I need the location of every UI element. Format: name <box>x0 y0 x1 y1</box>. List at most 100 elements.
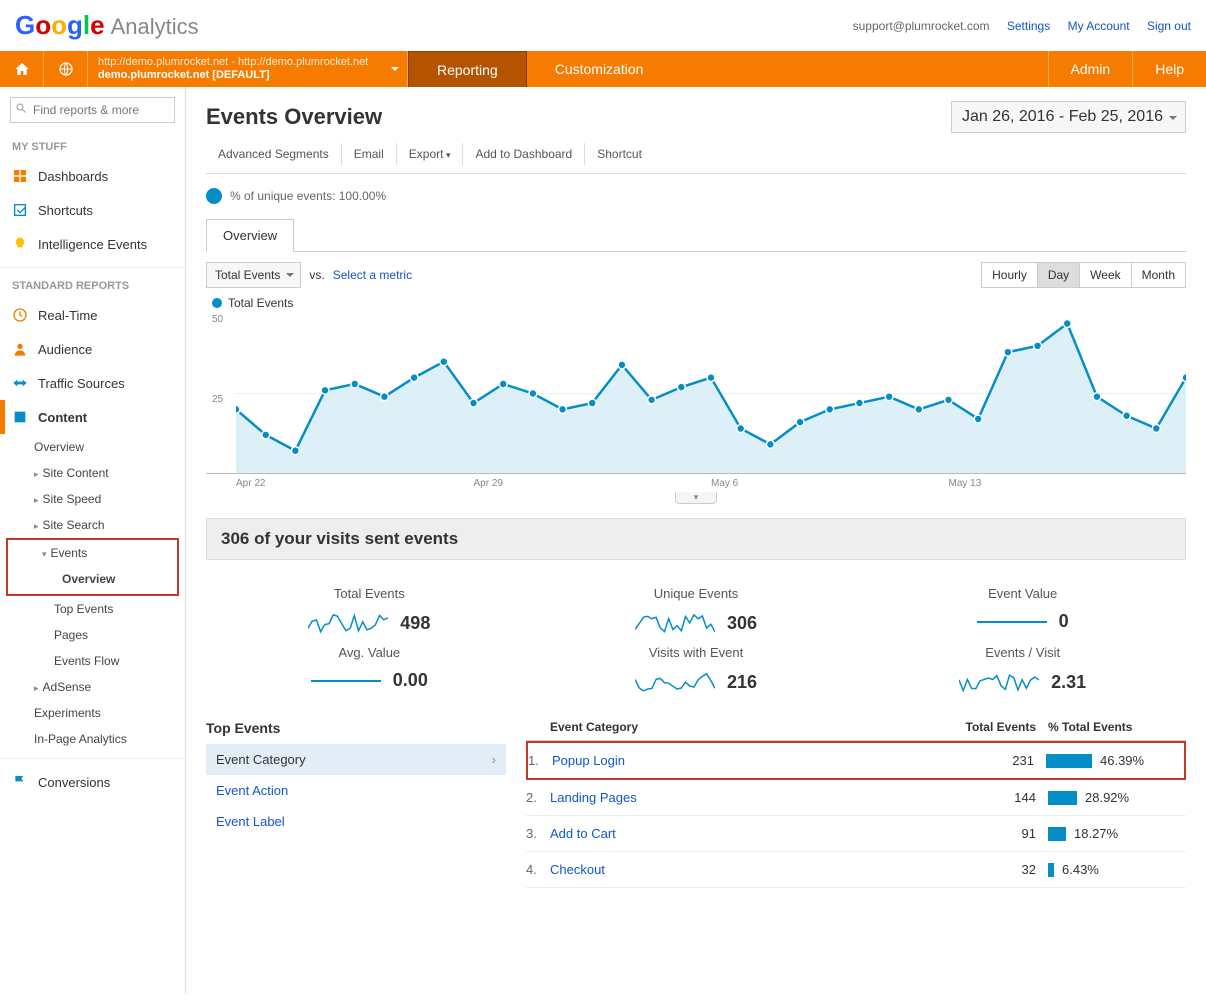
search-icon <box>15 102 27 114</box>
summary-heading: 306 of your visits sent events <box>206 518 1186 560</box>
sidebar-sub-overview[interactable]: Overview <box>0 434 185 460</box>
metric-label: Events / Visit <box>869 645 1176 660</box>
chart-legend-label: Total Events <box>228 296 293 310</box>
sidebar-sub-events[interactable]: Events <box>8 540 177 566</box>
sidebar: MY STUFF Dashboards Shortcuts Intelligen… <box>0 87 186 994</box>
sidebar-item-traffic[interactable]: Traffic Sources <box>0 366 185 400</box>
tab-customization[interactable]: Customization <box>527 51 672 87</box>
sidebar-sub-pages[interactable]: Pages <box>0 622 185 648</box>
metric-label: Total Events <box>216 586 523 601</box>
sidebar-item-dashboards[interactable]: Dashboards <box>0 159 185 193</box>
dim-event-action[interactable]: Event Action <box>206 775 506 806</box>
tab-admin[interactable]: Admin <box>1048 51 1133 87</box>
search-input[interactable] <box>10 97 175 123</box>
metric-value: 216 <box>727 672 757 693</box>
vs-label: vs. <box>309 268 324 282</box>
person-icon <box>12 341 28 357</box>
y-tick-25: 25 <box>212 394 223 405</box>
page-title: Events Overview <box>206 104 382 130</box>
th-pct: % Total Events <box>1036 720 1186 734</box>
sidebar-item-shortcuts[interactable]: Shortcuts <box>0 193 185 227</box>
y-tick-50: 50 <box>212 314 223 325</box>
row-category-link[interactable]: Popup Login <box>552 753 914 768</box>
sidebar-sub-inpage[interactable]: In-Page Analytics <box>0 726 185 752</box>
row-index: 3. <box>526 826 550 841</box>
metric-cell: Total Events 498 <box>216 586 523 635</box>
arrows-icon <box>12 375 28 391</box>
gran-month[interactable]: Month <box>1132 263 1185 287</box>
sidebar-sub-events-overview[interactable]: Overview <box>8 566 177 592</box>
row-total: 91 <box>916 826 1036 841</box>
toolbar-advanced-segments[interactable]: Advanced Segments <box>206 143 342 165</box>
dim-event-label[interactable]: Event Label <box>206 806 506 837</box>
property-selector[interactable]: http://demo.plumrocket.net - http://demo… <box>88 51 408 87</box>
sidebar-sub-adsense[interactable]: AdSense <box>0 674 185 700</box>
sidebar-sub-site-content[interactable]: Site Content <box>0 460 185 486</box>
tab-reporting[interactable]: Reporting <box>408 51 527 87</box>
top-events-title: Top Events <box>206 720 506 736</box>
tab-overview[interactable]: Overview <box>206 219 294 252</box>
sidebar-sub-top-events[interactable]: Top Events <box>0 596 185 622</box>
row-pct: 18.27% <box>1074 826 1118 841</box>
signout-link[interactable]: Sign out <box>1147 19 1191 33</box>
th-category: Event Category <box>550 720 916 734</box>
toolbar-shortcut[interactable]: Shortcut <box>585 143 654 165</box>
x-tick: May 13 <box>949 478 1187 489</box>
my-account-link[interactable]: My Account <box>1068 19 1130 33</box>
sidebar-sub-experiments[interactable]: Experiments <box>0 700 185 726</box>
table-row: 4. Checkout 32 6.43% <box>526 852 1186 888</box>
dim-event-category[interactable]: Event Category <box>206 744 506 775</box>
toolbar-email[interactable]: Email <box>342 143 397 165</box>
gran-day[interactable]: Day <box>1038 263 1080 287</box>
row-total: 144 <box>916 790 1036 805</box>
gran-week[interactable]: Week <box>1080 263 1131 287</box>
row-category-link[interactable]: Checkout <box>550 862 916 877</box>
sidebar-sub-site-speed[interactable]: Site Speed <box>0 486 185 512</box>
row-pct: 46.39% <box>1100 753 1144 768</box>
tab-help[interactable]: Help <box>1132 51 1206 87</box>
sidebar-item-conversions[interactable]: Conversions <box>0 765 185 799</box>
sidebar-sub-events-flow[interactable]: Events Flow <box>0 648 185 674</box>
x-tick: May 6 <box>711 478 949 489</box>
table-row: 2. Landing Pages 144 28.92% <box>526 780 1186 816</box>
pct-bar <box>1048 863 1054 877</box>
metric-cell: Visits with Event 216 <box>543 645 850 694</box>
flat-sparkline <box>977 621 1047 623</box>
metric-cell: Avg. Value 0.00 <box>216 645 523 694</box>
sidebar-item-realtime[interactable]: Real-Time <box>0 298 185 332</box>
row-pct: 6.43% <box>1062 862 1099 877</box>
clock-icon <box>12 307 28 323</box>
toolbar-export[interactable]: Export <box>397 143 464 165</box>
flag-icon <box>12 774 28 790</box>
date-range-picker[interactable]: Jan 26, 2016 - Feb 25, 2016 <box>951 101 1186 133</box>
select-metric-link[interactable]: Select a metric <box>333 268 412 282</box>
sidebar-item-intelligence[interactable]: Intelligence Events <box>0 227 185 261</box>
row-category-link[interactable]: Landing Pages <box>550 790 916 805</box>
pct-bar <box>1048 791 1077 805</box>
dashboard-icon <box>12 168 28 184</box>
row-index: 4. <box>526 862 550 877</box>
metric-dropdown[interactable]: Total Events <box>206 262 301 288</box>
toolbar-add-dashboard[interactable]: Add to Dashboard <box>463 143 585 165</box>
row-category-link[interactable]: Add to Cart <box>550 826 916 841</box>
metric-label: Unique Events <box>543 586 850 601</box>
property-globe-icon[interactable] <box>44 51 88 87</box>
line-chart: 50 25 <box>206 314 1186 474</box>
shortcut-icon <box>12 202 28 218</box>
metric-label: Event Value <box>869 586 1176 601</box>
sidebar-item-content[interactable]: Content <box>0 400 185 434</box>
row-pct: 28.92% <box>1085 790 1129 805</box>
flat-sparkline <box>311 680 381 682</box>
segment-label: % of unique events: 100.00% <box>230 189 386 203</box>
sidebar-item-audience[interactable]: Audience <box>0 332 185 366</box>
pct-bar <box>1048 827 1066 841</box>
home-icon[interactable] <box>0 51 44 87</box>
sidebar-sub-site-search[interactable]: Site Search <box>0 512 185 538</box>
gran-hourly[interactable]: Hourly <box>982 263 1038 287</box>
metric-value: 0.00 <box>393 670 428 691</box>
pct-bar <box>1046 754 1092 768</box>
legend-dot-icon <box>212 298 222 308</box>
section-mystuff: MY STUFF <box>0 135 185 159</box>
settings-link[interactable]: Settings <box>1007 19 1050 33</box>
chart-collapse-handle[interactable]: ▾ <box>675 492 718 504</box>
